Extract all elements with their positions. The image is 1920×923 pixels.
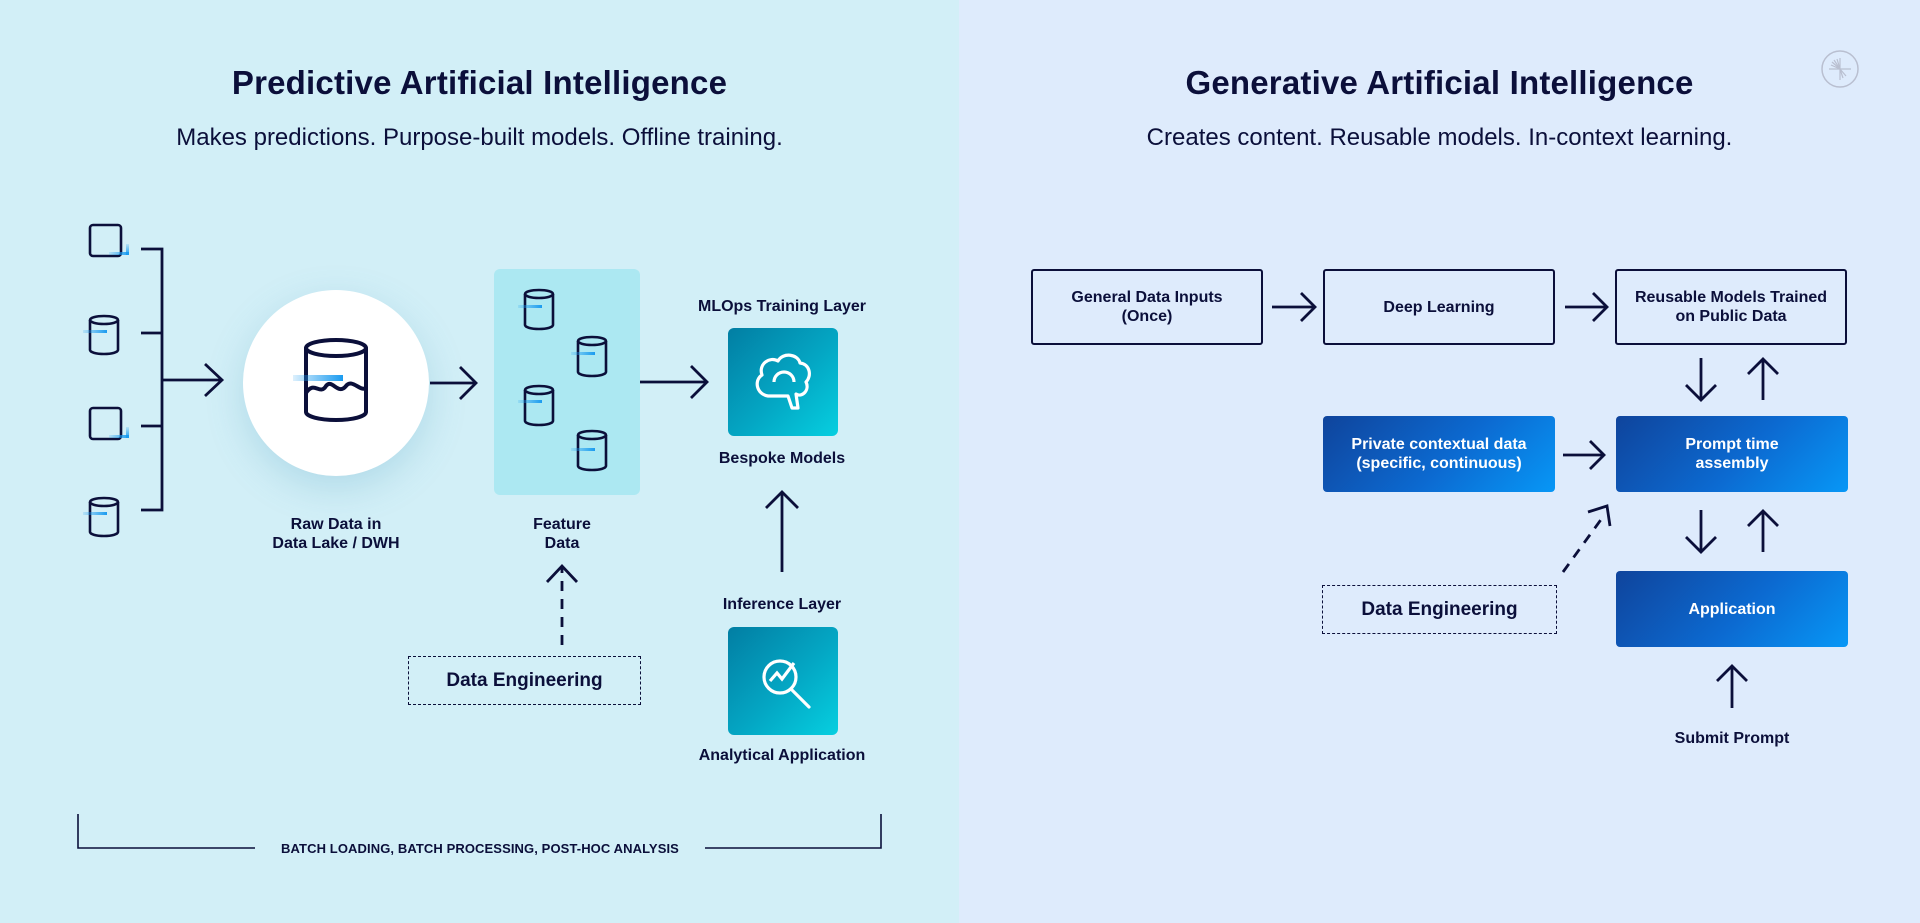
feature-data-node bbox=[494, 269, 640, 495]
prompt-time-assembly-box: Prompt time assembly bbox=[1616, 416, 1848, 492]
inference-layer-label: Inference Layer bbox=[722, 596, 842, 613]
brand-logo-icon bbox=[1821, 50, 1859, 88]
general-data-inputs-box: General Data Inputs (Once) bbox=[1031, 269, 1263, 345]
feature-data-label-line1: Feature bbox=[533, 516, 591, 533]
predictive-subtitle: Makes predictions. Purpose-built models.… bbox=[176, 124, 783, 151]
private-data-line1: Private contextual data bbox=[1351, 436, 1527, 453]
raw-data-lake-node bbox=[243, 290, 429, 476]
raw-data-label-line2: Data Lake / DWH bbox=[272, 535, 400, 552]
reusable-models-box: Reusable Models Trained on Public Data bbox=[1615, 269, 1847, 345]
application-box: Application bbox=[1616, 571, 1848, 647]
submit-prompt-label: Submit Prompt bbox=[1674, 730, 1790, 747]
generative-subtitle: Creates content. Reusable models. In-con… bbox=[1146, 124, 1733, 151]
deep-learning-box: Deep Learning bbox=[1323, 269, 1555, 345]
feature-data-label: Feature Data bbox=[492, 515, 632, 553]
brain-icon bbox=[755, 353, 811, 410]
data-engineering-box-generative: Data Engineering bbox=[1322, 585, 1557, 634]
data-engineering-box-predictive: Data Engineering bbox=[408, 656, 641, 705]
bespoke-models-label: Bespoke Models bbox=[718, 450, 846, 467]
general-data-inputs-line2: (Once) bbox=[1121, 308, 1173, 325]
batch-footer-label: BATCH LOADING, BATCH PROCESSING, POST-HO… bbox=[281, 841, 679, 856]
generative-title: Generative Artificial Intelligence bbox=[1185, 64, 1694, 101]
prompt-assembly-line2: assembly bbox=[1695, 455, 1769, 472]
raw-data-label-line1: Raw Data in bbox=[290, 516, 382, 533]
general-data-inputs-line1: General Data Inputs bbox=[1071, 289, 1223, 306]
predictive-title: Predictive Artificial Intelligence bbox=[231, 64, 728, 101]
application-label: Application bbox=[1688, 600, 1776, 618]
analytical-application-tile bbox=[728, 627, 838, 735]
prompt-assembly-line1: Prompt time bbox=[1685, 436, 1779, 453]
analytical-application-label: Analytical Application bbox=[698, 747, 866, 764]
private-contextual-data-box: Private contextual data (specific, conti… bbox=[1323, 416, 1555, 492]
feature-data-label-line2: Data bbox=[544, 535, 580, 552]
reusable-models-line2: on Public Data bbox=[1675, 308, 1787, 325]
deep-learning-label: Deep Learning bbox=[1383, 298, 1495, 316]
reusable-models-line1: Reusable Models Trained bbox=[1634, 289, 1828, 306]
mlops-training-layer-label: MLOps Training Layer bbox=[697, 298, 867, 315]
bespoke-models-tile bbox=[728, 328, 838, 436]
analytics-search-icon bbox=[762, 659, 811, 709]
raw-data-label: Raw Data in Data Lake / DWH bbox=[236, 515, 436, 553]
private-data-line2: (specific, continuous) bbox=[1356, 455, 1522, 472]
